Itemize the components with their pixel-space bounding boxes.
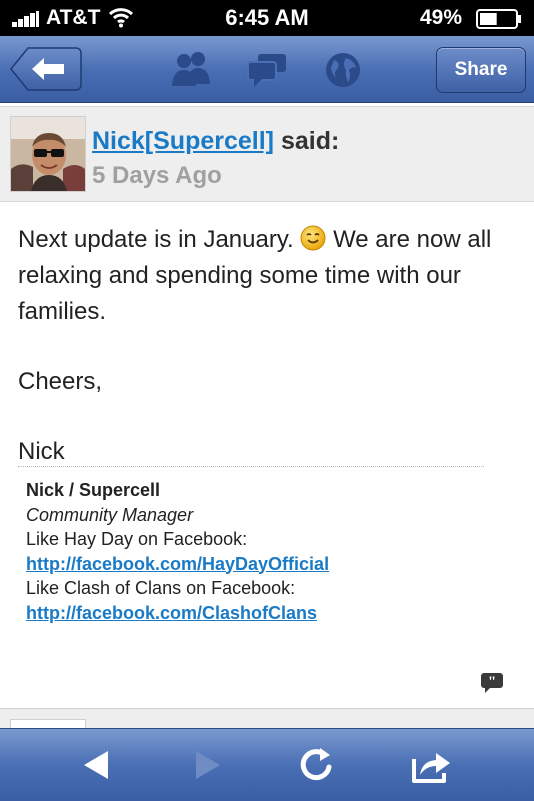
signature-hayday-text: Like Hay Day on Facebook: [26,529,248,549]
share-out-icon[interactable] [406,743,456,787]
back-icon[interactable] [72,743,122,787]
forward-icon[interactable] [182,743,232,787]
author-line: Nick[Supercell] said: [92,127,339,156]
author-name-link[interactable]: Nick[Supercell] [92,127,274,155]
globe-icon[interactable] [322,50,364,90]
share-button[interactable]: Share [436,47,526,93]
signature-divider [18,466,484,467]
svg-text:": " [488,674,496,690]
post-header: Nick[Supercell] said: 5 Days Ago [0,106,534,202]
coc-facebook-link[interactable]: http://facebook.com/ClashofClans [26,601,506,626]
body-signoff: Nick [18,438,65,465]
post-body: Next update is in January. We are now al… [18,222,518,470]
body-cheers: Cheers, [18,368,103,395]
said-label: said: [280,127,340,155]
browser-toolbar [0,728,534,801]
signature-role: Community Manager [26,504,194,525]
reload-icon[interactable] [292,743,342,787]
battery-percent: 49% [419,6,462,29]
post-date: 5 Days Ago [92,162,222,189]
nav-bar: Share [0,36,534,103]
battery-icon [476,9,521,29]
signature-coc-text: Like Clash of Clans on Facebook: [26,578,296,598]
status-bar: AT&T 6:45 AM 49% [0,0,534,36]
smiley-icon [300,225,326,251]
signature: Nick / Supercell Community Manager Like … [26,478,506,625]
hayday-facebook-link[interactable]: http://facebook.com/HayDayOfficial [26,552,506,577]
signature-name: Nick / Supercell [26,480,161,500]
body-text-1: Next update is in January. [18,226,294,253]
quote-reply-icon[interactable]: " [480,672,504,694]
author-avatar[interactable] [10,116,86,192]
back-arrow-icon[interactable] [10,47,82,91]
next-post-header [0,708,534,732]
messages-icon[interactable] [246,50,288,90]
friends-icon[interactable] [170,50,212,90]
